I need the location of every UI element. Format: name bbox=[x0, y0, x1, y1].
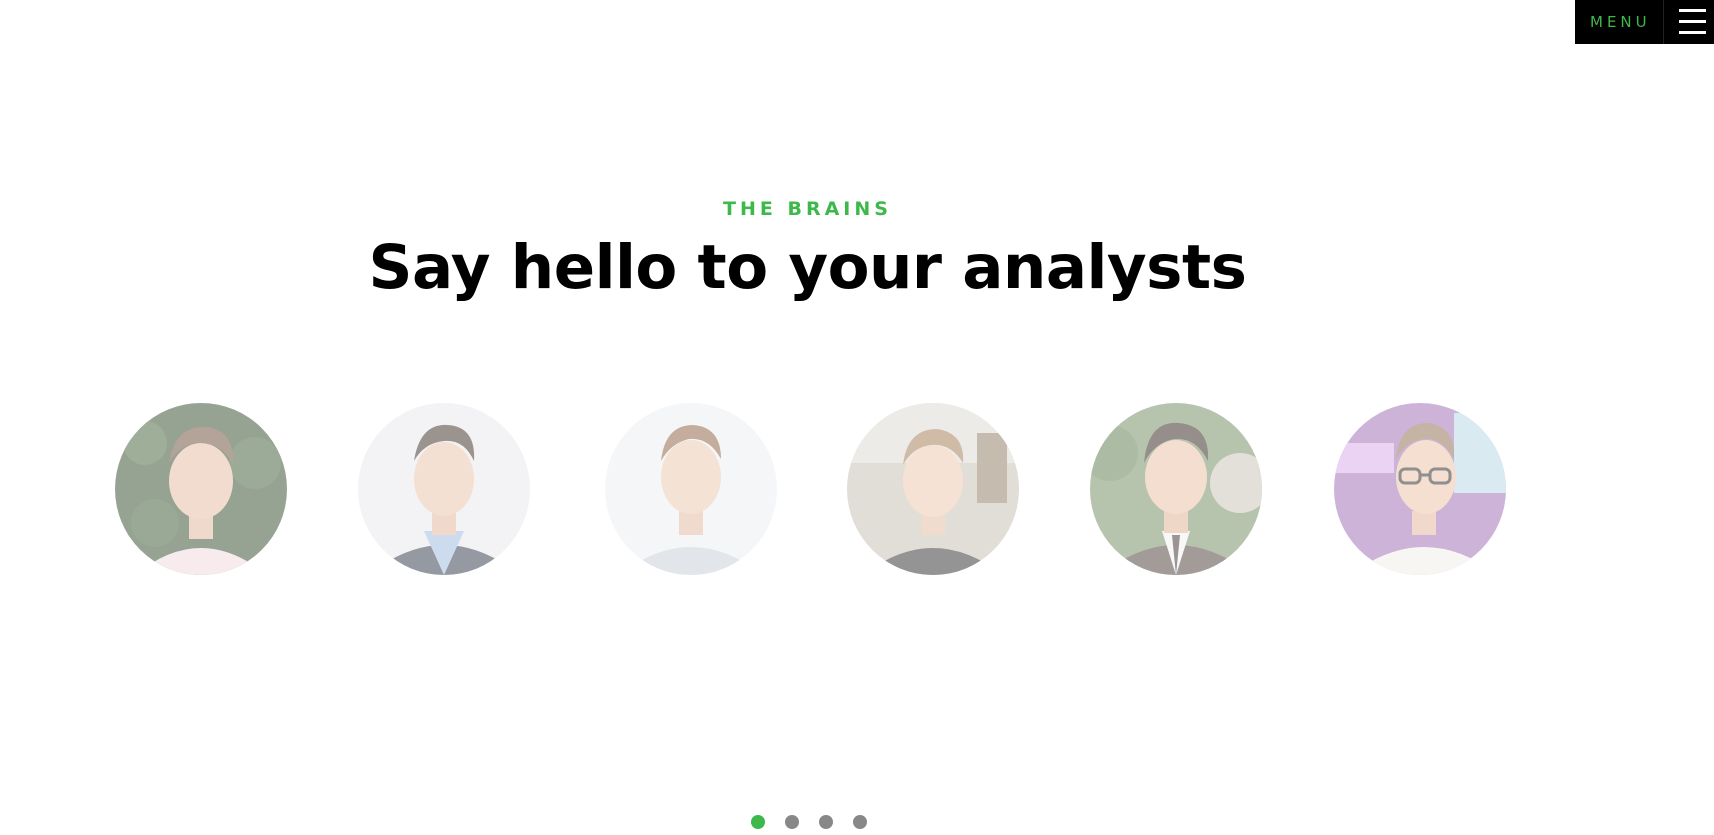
carousel-dot-2[interactable] bbox=[785, 815, 799, 829]
carousel-pagination bbox=[751, 815, 867, 829]
menu-button[interactable]: MENU bbox=[1575, 0, 1714, 44]
carousel-dot-3[interactable] bbox=[819, 815, 833, 829]
analyst-photo-icon bbox=[1090, 403, 1262, 575]
analyst-avatar-1[interactable] bbox=[115, 403, 287, 575]
section-eyebrow: THE BRAINS bbox=[723, 198, 892, 220]
carousel-dot-4[interactable] bbox=[853, 815, 867, 829]
analyst-photo-icon bbox=[1334, 403, 1506, 575]
team-page: MENU THE BRAINS Say hello to your analys… bbox=[0, 0, 1714, 835]
analyst-photo-icon bbox=[847, 403, 1019, 575]
analyst-avatar-2[interactable] bbox=[358, 403, 530, 575]
analyst-avatar-3[interactable] bbox=[605, 403, 777, 575]
section-headline: Say hello to your analysts bbox=[368, 232, 1247, 303]
analyst-photo-icon bbox=[115, 403, 287, 575]
hamburger-icon[interactable] bbox=[1663, 0, 1714, 44]
analyst-avatar-4[interactable] bbox=[847, 403, 1019, 575]
menu-label: MENU bbox=[1590, 13, 1651, 31]
analyst-photo-icon bbox=[605, 403, 777, 575]
carousel-dot-1[interactable] bbox=[751, 815, 765, 829]
analyst-photo-icon bbox=[358, 403, 530, 575]
analyst-avatar-5[interactable] bbox=[1090, 403, 1262, 575]
analyst-avatar-6[interactable] bbox=[1334, 403, 1506, 575]
